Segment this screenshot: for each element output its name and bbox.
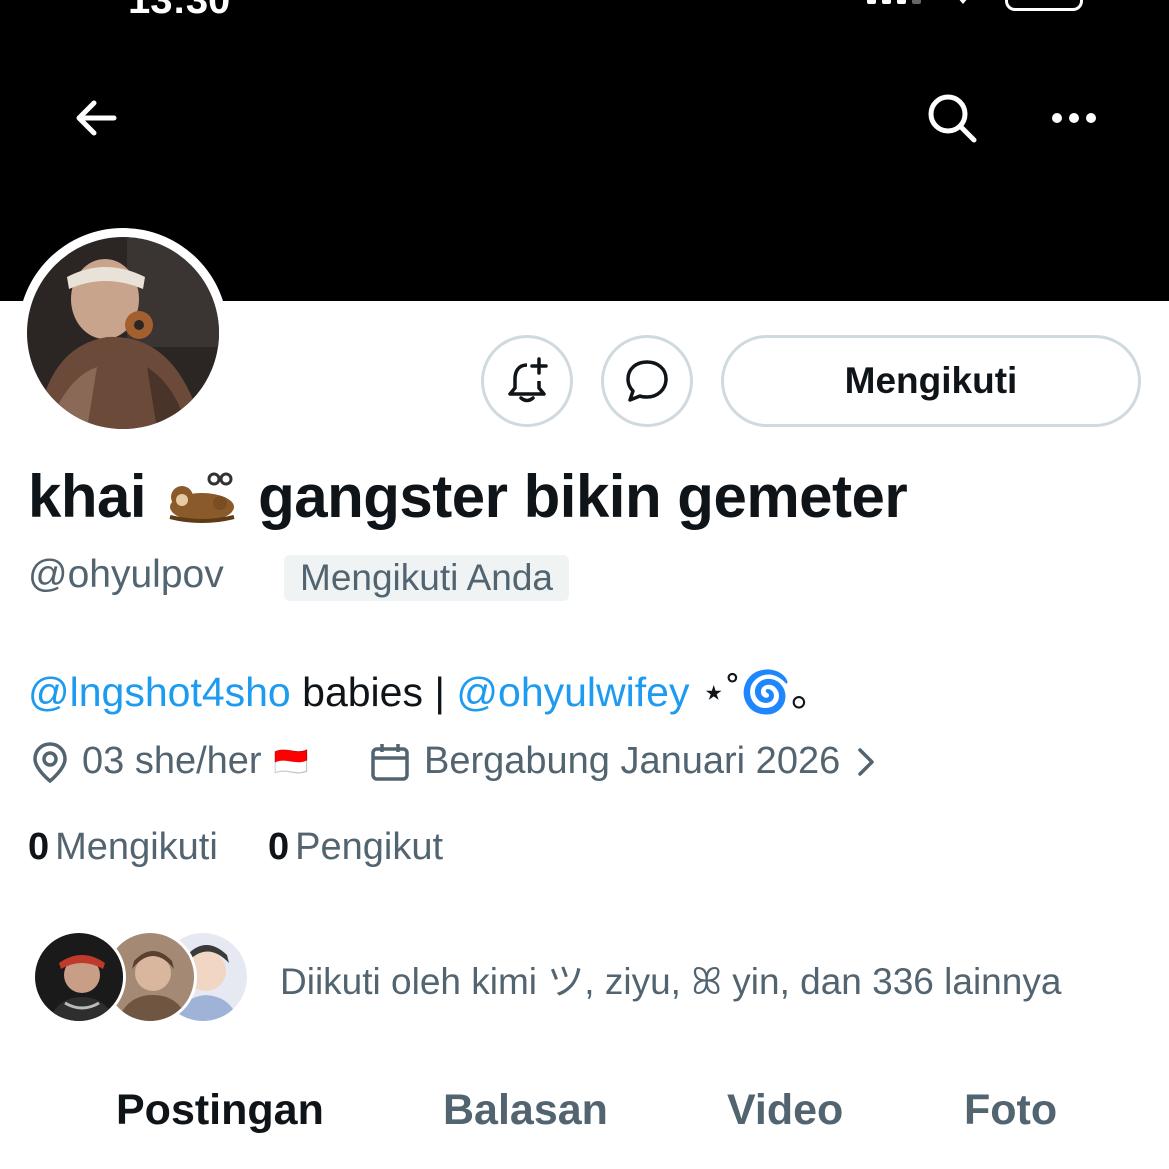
status-time: 13:30 xyxy=(128,0,231,22)
followers-label: Pengikut xyxy=(295,826,444,868)
otter-emoji xyxy=(164,467,240,527)
status-indicators xyxy=(867,0,1083,11)
tab-posts[interactable]: Postingan xyxy=(116,1086,324,1135)
location-item: 03 she/her 🇮🇩 xyxy=(30,740,308,783)
tab-video[interactable]: Video xyxy=(727,1086,843,1135)
signal-icon xyxy=(867,0,921,4)
tab-replies[interactable]: Balasan xyxy=(443,1086,608,1135)
following-label: Mengikuti xyxy=(55,826,218,868)
bio-mention-2[interactable]: @ohyulwifey xyxy=(456,669,689,715)
flag-indonesia: 🇮🇩 xyxy=(273,746,309,777)
more-options-button[interactable] xyxy=(1044,88,1104,148)
following-count[interactable]: 0 Mengikuti xyxy=(28,826,218,869)
calendar-icon xyxy=(371,743,409,781)
bio-mention-1[interactable]: @lngshot4sho xyxy=(28,669,291,715)
arrow-left-icon xyxy=(76,100,117,136)
bio: @lngshot4sho babies | @ohyulwifey ⋆˚🌀｡ xyxy=(28,658,812,718)
follows-you-badge: Mengikuti Anda xyxy=(284,555,570,601)
display-name: khai gangster bikin gemeter xyxy=(28,462,908,531)
following-number: 0 xyxy=(28,826,50,868)
search-button[interactable] xyxy=(922,88,982,148)
bio-text-1: babies | xyxy=(290,669,457,715)
wifi-icon xyxy=(959,0,967,4)
message-button[interactable] xyxy=(601,335,693,427)
display-name-part1: khai xyxy=(28,463,147,530)
bell-plus-icon xyxy=(508,357,548,403)
tab-photos[interactable]: Foto xyxy=(964,1086,1057,1135)
joined-item[interactable]: Bergabung Januari 2026 xyxy=(370,740,878,783)
search-icon xyxy=(928,94,977,143)
followers-number: 0 xyxy=(268,826,290,868)
avatar-frame xyxy=(18,228,228,438)
bio-text-2: ⋆˚🌀｡ xyxy=(689,669,812,715)
location-pin-icon xyxy=(33,741,67,783)
display-name-part2: gangster bikin gemeter xyxy=(258,463,908,530)
followed-by-text[interactable]: Diikuti oleh kimi ツ, ziyu, ꕤ yin, dan 33… xyxy=(280,951,1061,1005)
battery-icon xyxy=(1005,0,1083,11)
back-button[interactable] xyxy=(66,88,126,148)
chevron-right-icon xyxy=(858,747,874,776)
following-button[interactable]: Mengikuti xyxy=(721,335,1141,427)
joined-date: Bergabung Januari 2026 xyxy=(424,740,841,782)
user-handle: @ohyulpov xyxy=(28,553,224,596)
more-horizontal-icon xyxy=(1052,113,1096,123)
mutual-avatar-1 xyxy=(32,930,126,1024)
followers-count[interactable]: 0 Pengikut xyxy=(268,826,443,869)
notify-button[interactable] xyxy=(481,335,573,427)
location-text: 03 she/her xyxy=(82,740,262,782)
avatar[interactable] xyxy=(27,237,219,429)
message-bubble-icon xyxy=(626,360,668,402)
